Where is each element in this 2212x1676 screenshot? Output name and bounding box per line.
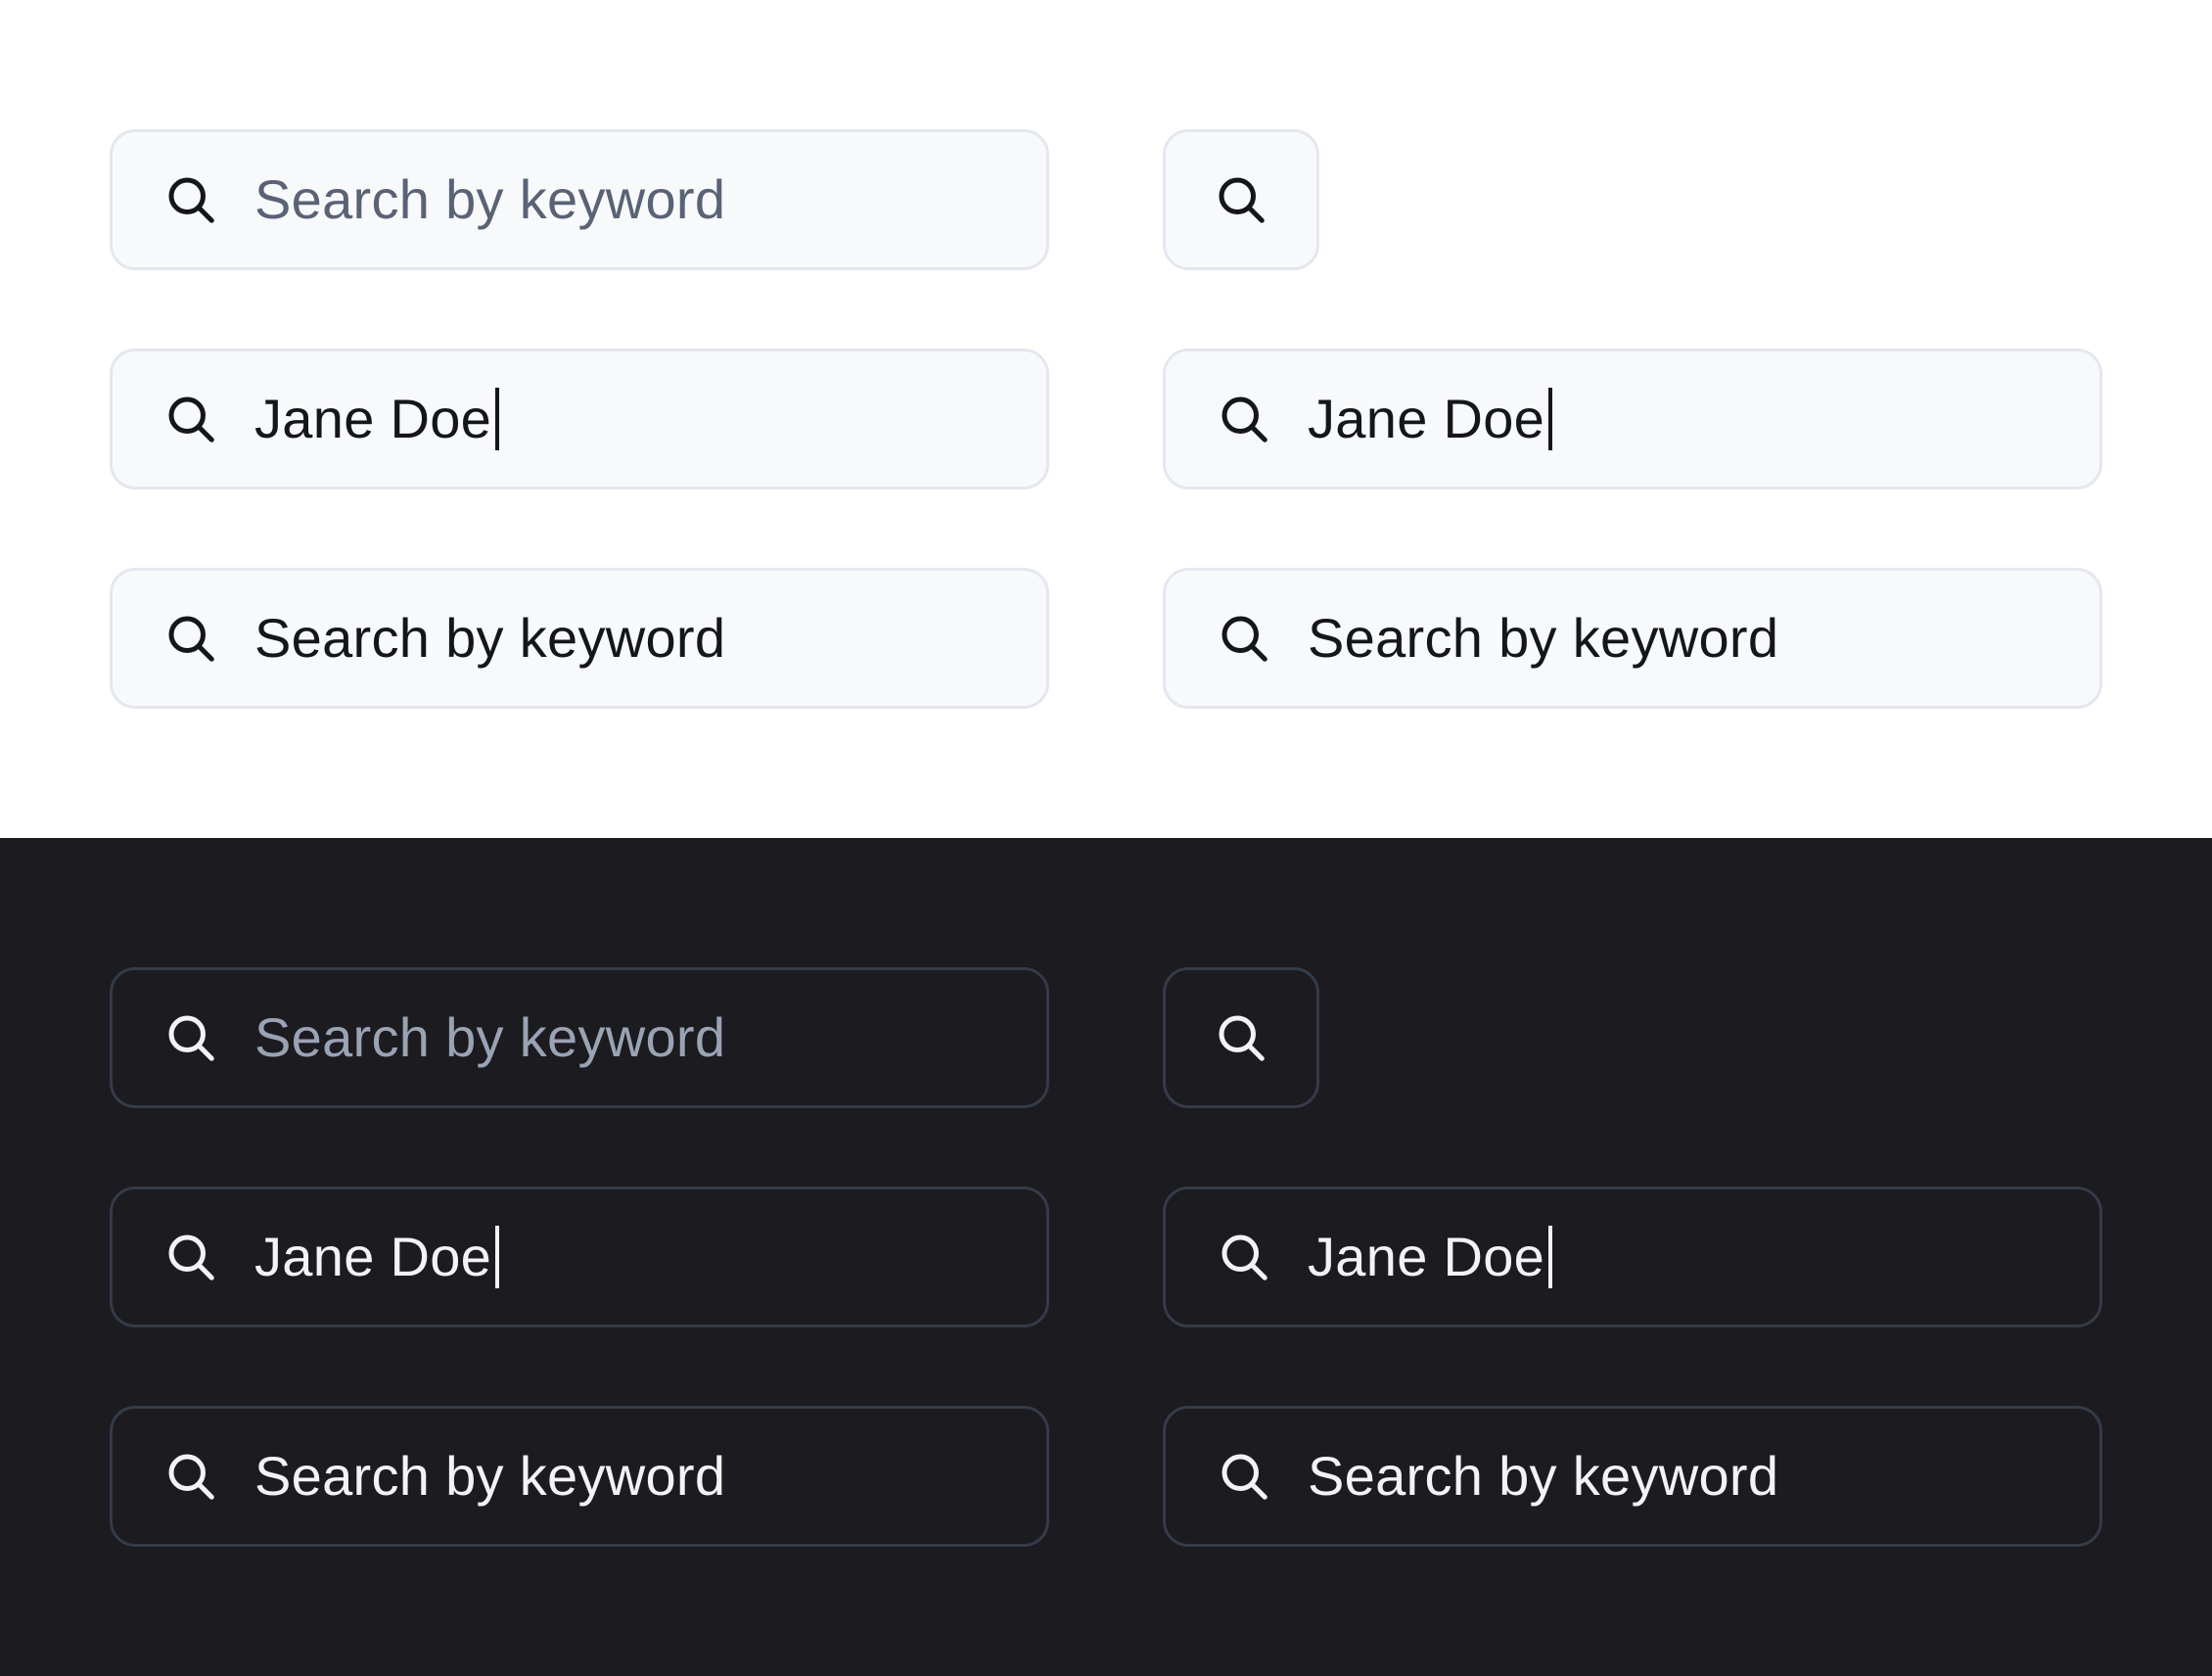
light-theme-panel: Search by keyword Jane Doe Jane Doe Sear… bbox=[0, 0, 2212, 838]
search-field-default[interactable]: Search by keyword bbox=[110, 967, 1049, 1108]
search-icon bbox=[161, 1228, 220, 1286]
text-caret bbox=[495, 1226, 500, 1288]
search-value: Search by keyword bbox=[1308, 607, 1779, 669]
search-icon bbox=[1215, 1447, 1273, 1506]
search-placeholder: Search by keyword bbox=[254, 168, 726, 230]
search-value: Search by keyword bbox=[254, 1445, 726, 1507]
search-icon bbox=[1215, 609, 1273, 668]
search-icon bbox=[161, 609, 220, 668]
search-button-compact[interactable] bbox=[1163, 967, 1319, 1108]
dark-theme-panel: Search by keyword Jane Doe Jane Doe Sear… bbox=[0, 838, 2212, 1676]
search-field-filled-expanded[interactable]: Search by keyword bbox=[1163, 568, 2102, 709]
search-button-compact[interactable] bbox=[1163, 129, 1319, 270]
search-field-typing[interactable]: Jane Doe bbox=[110, 1187, 1049, 1327]
search-icon bbox=[161, 390, 220, 448]
search-value: Search by keyword bbox=[1308, 1445, 1779, 1507]
search-value: Jane Doe bbox=[254, 1226, 500, 1288]
search-icon bbox=[1215, 1228, 1273, 1286]
search-icon bbox=[161, 170, 220, 229]
search-value: Jane Doe bbox=[1308, 388, 1553, 450]
search-icon bbox=[161, 1008, 220, 1067]
search-icon bbox=[1215, 390, 1273, 448]
text-caret bbox=[495, 388, 500, 450]
search-field-filled[interactable]: Search by keyword bbox=[110, 568, 1049, 709]
search-icon bbox=[1212, 170, 1270, 229]
search-icon bbox=[1212, 1008, 1270, 1067]
text-caret bbox=[1548, 388, 1553, 450]
text-caret bbox=[1548, 1226, 1553, 1288]
search-field-default[interactable]: Search by keyword bbox=[110, 129, 1049, 270]
search-field-typing-expanded[interactable]: Jane Doe bbox=[1163, 1187, 2102, 1327]
search-value: Jane Doe bbox=[254, 388, 500, 450]
search-field-filled-expanded[interactable]: Search by keyword bbox=[1163, 1406, 2102, 1547]
search-field-typing[interactable]: Jane Doe bbox=[110, 349, 1049, 489]
search-icon bbox=[161, 1447, 220, 1506]
search-field-filled[interactable]: Search by keyword bbox=[110, 1406, 1049, 1547]
search-placeholder: Search by keyword bbox=[254, 1006, 726, 1068]
search-value: Search by keyword bbox=[254, 607, 726, 669]
search-value: Jane Doe bbox=[1308, 1226, 1553, 1288]
search-field-typing-expanded[interactable]: Jane Doe bbox=[1163, 349, 2102, 489]
